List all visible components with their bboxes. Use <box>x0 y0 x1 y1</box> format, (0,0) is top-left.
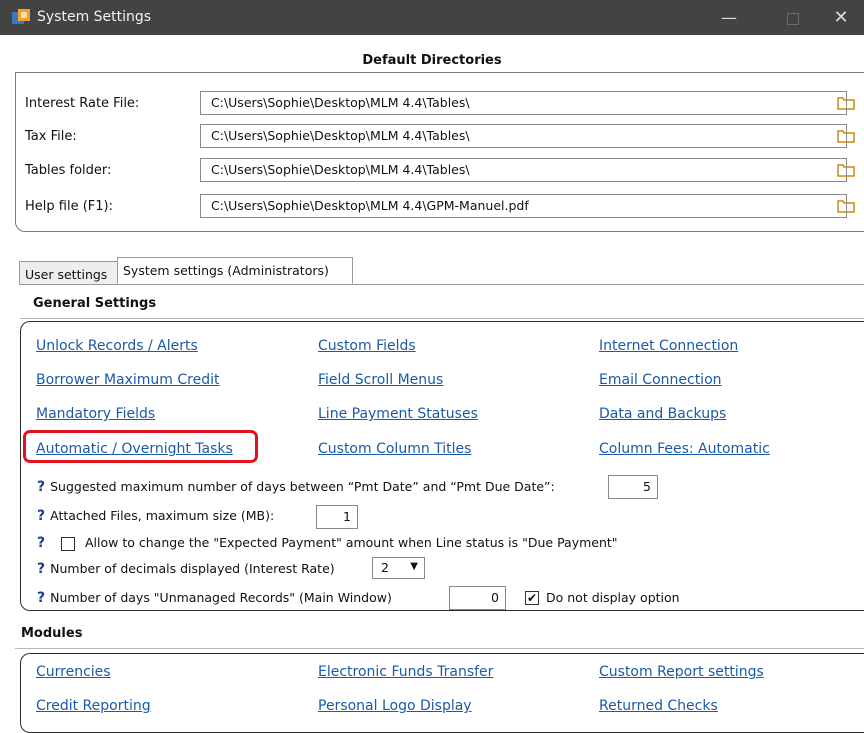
close-button[interactable]: ✕ <box>818 0 864 35</box>
unlock-records-link[interactable]: Unlock Records / Alerts <box>36 338 198 354</box>
tax-file-input[interactable]: C:\Users\Sophie\Desktop\MLM 4.4\Tables\ <box>200 124 847 148</box>
decimals-label: Number of decimals displayed (Interest R… <box>50 561 335 576</box>
attached-files-input[interactable]: 1 <box>316 505 358 529</box>
currencies-link[interactable]: Currencies <box>36 664 111 680</box>
chevron-down-icon: ▼ <box>410 561 418 572</box>
help-icon[interactable]: ? <box>37 561 45 577</box>
folder-icon[interactable] <box>837 199 855 213</box>
tab-divider <box>20 284 864 285</box>
custom-fields-link[interactable]: Custom Fields <box>318 338 416 354</box>
maximize-icon <box>787 12 799 25</box>
tables-folder-row: Tables folder: C:\Users\Sophie\Desktop\M… <box>25 158 864 184</box>
title-bar: System Settings — ✕ <box>0 0 864 35</box>
help-file-input[interactable]: C:\Users\Sophie\Desktop\MLM 4.4\GPM-Manu… <box>200 194 847 218</box>
do-not-display-label: Do not display option <box>546 590 680 605</box>
do-not-display-checkbox[interactable]: ✔ <box>525 591 539 605</box>
borrower-maximum-credit-link[interactable]: Borrower Maximum Credit <box>36 372 220 388</box>
max-days-label: Suggested maximum number of days between… <box>50 479 555 494</box>
tax-file-label: Tax File: <box>25 129 77 144</box>
help-icon[interactable]: ? <box>37 508 45 524</box>
custom-report-settings-link[interactable]: Custom Report settings <box>599 664 764 680</box>
decimals-value: 2 <box>381 560 389 575</box>
folder-icon[interactable] <box>837 96 855 110</box>
default-directories-title: Default Directories <box>362 53 502 68</box>
modules-title: Modules <box>21 626 83 641</box>
internet-connection-link[interactable]: Internet Connection <box>599 338 738 354</box>
attached-files-label: Attached Files, maximum size (MB): <box>50 508 275 523</box>
help-icon[interactable]: ? <box>37 590 45 606</box>
email-connection-link[interactable]: Email Connection <box>599 372 722 388</box>
unmanaged-records-input[interactable]: 0 <box>449 586 506 610</box>
tab-system-settings[interactable]: System settings (Administrators) <box>117 257 353 284</box>
section-divider <box>15 648 864 649</box>
window-title: System Settings <box>37 9 152 25</box>
interest-rate-file-input[interactable]: C:\Users\Sophie\Desktop\MLM 4.4\Tables\ <box>200 91 847 115</box>
app-icon <box>12 9 30 24</box>
highlight-box <box>23 430 258 463</box>
max-days-input[interactable]: 5 <box>608 475 658 499</box>
minimize-button[interactable]: — <box>706 0 752 35</box>
unmanaged-records-option: ? Number of days "Unmanaged Records" (Mai… <box>37 590 392 606</box>
tables-folder-label: Tables folder: <box>25 163 112 178</box>
decimals-select[interactable]: 2 ▼ <box>372 557 425 579</box>
line-payment-statuses-link[interactable]: Line Payment Statuses <box>318 406 478 422</box>
allow-change-label: Allow to change the "Expected Payment" a… <box>85 535 618 550</box>
mandatory-fields-link[interactable]: Mandatory Fields <box>36 406 155 422</box>
interest-rate-file-row: Interest Rate File: C:\Users\Sophie\Desk… <box>25 91 864 117</box>
data-and-backups-link[interactable]: Data and Backups <box>599 406 726 422</box>
help-file-row: Help file (F1): C:\Users\Sophie\Desktop\… <box>25 194 864 220</box>
max-days-option: ? Suggested maximum number of days betwee… <box>37 479 555 495</box>
tables-folder-input[interactable]: C:\Users\Sophie\Desktop\MLM 4.4\Tables\ <box>200 158 847 182</box>
help-icon[interactable]: ? <box>37 479 45 495</box>
field-scroll-menus-link[interactable]: Field Scroll Menus <box>318 372 443 388</box>
tax-file-row: Tax File: C:\Users\Sophie\Desktop\MLM 4.… <box>25 124 864 150</box>
attached-files-option: ? Attached Files, maximum size (MB): <box>37 508 274 524</box>
allow-change-checkbox[interactable] <box>61 537 75 551</box>
help-icon[interactable]: ? <box>37 535 45 551</box>
custom-column-titles-link[interactable]: Custom Column Titles <box>318 441 471 457</box>
help-file-label: Help file (F1): <box>25 199 113 214</box>
returned-checks-link[interactable]: Returned Checks <box>599 698 718 714</box>
decimals-option: ? Number of decimals displayed (Interest … <box>37 561 335 577</box>
section-divider <box>20 318 864 319</box>
general-settings-title: General Settings <box>33 296 157 311</box>
interest-rate-file-label: Interest Rate File: <box>25 96 140 111</box>
tab-user-settings[interactable]: User settings <box>19 261 123 285</box>
personal-logo-display-link[interactable]: Personal Logo Display <box>318 698 472 714</box>
maximize-button[interactable] <box>770 0 816 35</box>
unmanaged-records-label: Number of days "Unmanaged Records" (Main… <box>50 590 392 605</box>
folder-icon[interactable] <box>837 163 855 177</box>
electronic-funds-transfer-link[interactable]: Electronic Funds Transfer <box>318 664 493 680</box>
column-fees-automatic-link[interactable]: Column Fees: Automatic <box>599 441 770 457</box>
folder-icon[interactable] <box>837 129 855 143</box>
credit-reporting-link[interactable]: Credit Reporting <box>36 698 151 714</box>
allow-change-option: ? <box>37 535 50 551</box>
